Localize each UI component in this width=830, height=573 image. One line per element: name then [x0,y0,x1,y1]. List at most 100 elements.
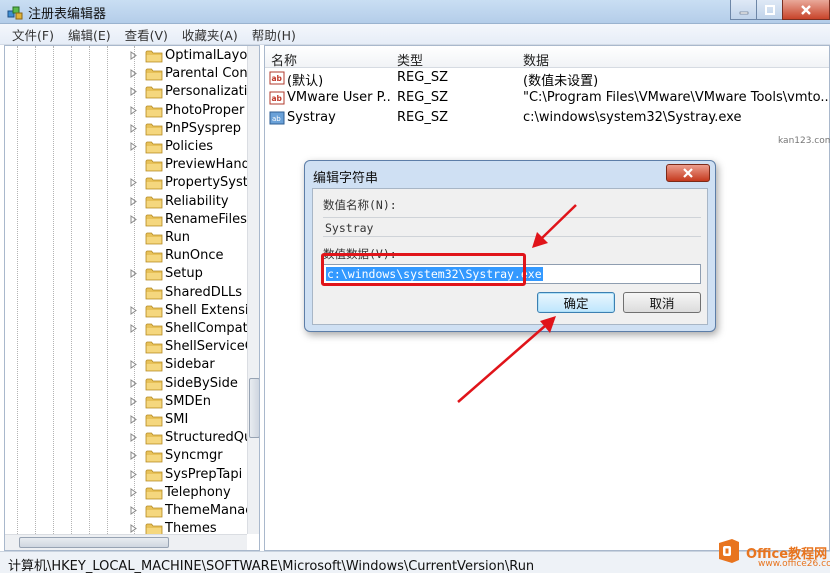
expand-arrow-icon[interactable] [129,469,138,479]
tree-item[interactable]: SMI [5,411,247,429]
tree-item[interactable]: PnPSysprep [5,120,247,138]
tree-item[interactable]: Policies [5,138,247,156]
ok-button[interactable]: 确定 [537,292,615,313]
expand-arrow-icon[interactable] [129,214,138,224]
tree-item[interactable]: ThemeManac [5,502,252,520]
expand-arrow-icon[interactable] [129,142,138,151]
tree-item[interactable]: SysPrepTapi [5,466,247,484]
watermark-url: www.office26.com [758,559,830,569]
expand-arrow-icon[interactable] [129,506,138,515]
expand-arrow-icon[interactable] [129,51,138,60]
expand-arrow-icon[interactable] [129,360,138,370]
close-button[interactable] [782,0,830,20]
tree-item[interactable]: Personalizati [5,83,247,101]
tree-item[interactable]: ShellServiceC [5,338,254,356]
column-name-header[interactable]: 名称 [271,50,297,69]
value-name: Systray [287,110,336,125]
maximize-button[interactable] [756,0,783,20]
svg-text:ab: ab [272,74,283,83]
expand-arrow-icon[interactable] [129,396,138,406]
tree-item[interactable]: Run [5,229,247,247]
key-tree[interactable]: OptimalLayo Parental Con Personalizati Phot… [4,45,260,551]
tree-item[interactable]: Shell Extensic [5,302,256,320]
expand-arrow-icon[interactable] [129,269,138,279]
tree-item[interactable]: Sidebar [5,356,247,374]
tree-item[interactable]: PhotoProper [5,102,247,120]
expand-arrow-icon[interactable] [129,415,138,424]
folder-icon [145,487,163,500]
folder-icon [145,469,163,481]
expand-arrow-icon[interactable] [129,105,138,115]
folder-icon [145,196,163,208]
tree-item-label: Setup [165,266,203,282]
menu-bar: 文件(F) 编辑(E) 查看(V) 收藏夹(A) 帮助(H) [0,24,830,45]
expand-arrow-icon[interactable] [129,69,138,79]
tree-item[interactable]: RenameFiles [5,211,247,229]
tree-item[interactable]: Telephony [5,484,247,502]
tree-item[interactable]: StructuredQu [5,429,252,447]
value-type: REG_SZ [397,70,448,85]
dialog-title: 编辑字符串 [313,171,379,186]
tree-item[interactable]: Parental Con [5,65,248,83]
menu-file[interactable]: 文件(F) [12,25,54,44]
tree-vertical-scroll-thumb[interactable] [249,378,259,438]
cancel-button[interactable]: 取消 [623,292,701,313]
tree-item[interactable]: Syncmgr [5,447,247,465]
svg-text:ab: ab [272,115,281,123]
menu-view[interactable]: 查看(V) [125,25,168,44]
value-data: c:\windows\system32\Systray.exe [523,110,742,125]
expand-arrow-icon[interactable] [129,87,138,97]
value-type: REG_SZ [397,90,448,105]
tree-item-label: PnPSysprep [165,120,241,136]
tree-horizontal-scrollbar[interactable] [5,534,247,550]
status-bar: 计算机\HKEY_LOCAL_MACHINE\SOFTWARE\Microsof… [0,551,830,573]
value-row[interactable]: ab VMware User P... REG_SZ "C:\Program File… [265,88,829,108]
expand-arrow-icon[interactable] [129,524,138,534]
tree-item-label: Telephony [165,484,231,500]
expand-arrow-icon[interactable] [129,451,138,461]
tree-item-label: SMI [165,412,189,427]
folder-icon [145,105,163,117]
expand-arrow-icon[interactable] [129,123,138,133]
tree-item[interactable]: ShellCompat [5,320,248,338]
tree-item[interactable]: OptimalLayo [5,47,247,65]
tree-item-label: PreviewHand [165,157,250,173]
tree-item-label: Shell Extensic [165,302,256,318]
tree-item[interactable]: RunOnce [5,247,247,265]
folder-icon [145,287,163,299]
annotation-highlight-box [321,253,526,286]
value-name-label: 数值名称(N): [323,198,397,212]
expand-arrow-icon[interactable] [129,378,138,388]
close-icon [683,168,693,178]
expand-arrow-icon[interactable] [129,433,138,443]
tree-vertical-scrollbar[interactable] [247,46,259,534]
menu-favorites[interactable]: 收藏夹(A) [182,25,238,44]
menu-edit[interactable]: 编辑(E) [68,25,111,44]
tree-item-label: ShellCompat [165,321,248,336]
tree-item-label: Parental Con [165,66,248,82]
folder-icon [145,305,163,318]
column-type-header[interactable]: 类型 [397,50,423,69]
tree-horizontal-scroll-thumb[interactable] [19,537,169,548]
tree-item[interactable]: Reliability [5,193,247,211]
tree-item[interactable]: PreviewHand [5,156,250,174]
expand-arrow-icon[interactable] [129,305,138,315]
expand-arrow-icon[interactable] [129,178,138,188]
tree-item[interactable]: SideBySide [5,375,247,393]
tree-item[interactable]: PropertySyst [5,174,248,192]
dialog-close-button[interactable] [666,164,710,182]
value-row[interactable]: ab Systray REG_SZ c:\windows\system32\Systr… [265,108,829,128]
expand-arrow-icon[interactable] [129,196,138,206]
expand-arrow-icon[interactable] [129,487,138,497]
tree-item[interactable]: SharedDLLs [5,284,247,302]
tree-item-label: Personalizati [165,84,248,100]
office-logo-icon [719,539,739,563]
menu-help[interactable]: 帮助(H) [252,25,296,44]
minimize-button[interactable] [730,0,757,20]
expand-arrow-icon[interactable] [129,324,138,333]
tree-item-label: OptimalLayo [165,48,248,63]
tree-item[interactable]: Setup [5,265,247,283]
value-row[interactable]: ab (默认) REG_SZ (数值未设置) [265,68,829,89]
column-data-header[interactable]: 数据 [523,50,549,69]
tree-item[interactable]: SMDEn [5,393,247,411]
